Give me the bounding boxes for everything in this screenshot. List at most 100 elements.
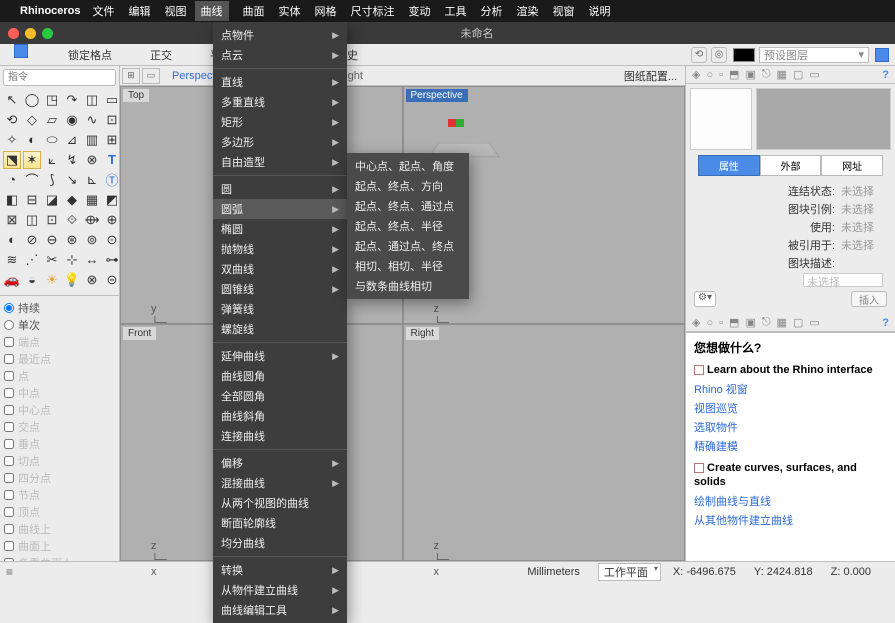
snap-onsrf[interactable]: 曲面上 — [4, 538, 115, 554]
insert-button[interactable]: 插入 — [851, 291, 887, 307]
t3e[interactable]: ▥ — [83, 131, 101, 149]
tab-link-icon[interactable]: ⎋ — [762, 68, 771, 81]
t5f[interactable]: Ⓣ — [103, 171, 121, 189]
link-rhino-window[interactable]: Rhino 视窗 — [694, 381, 887, 397]
menu-solid[interactable]: 实体 — [279, 3, 301, 19]
t8b[interactable]: ⊘ — [23, 231, 41, 249]
tool-pan[interactable]: ▭ — [103, 91, 121, 109]
b-layers-icon[interactable]: ◈ — [692, 316, 700, 329]
snap-vtx[interactable]: 顶点 — [4, 504, 115, 520]
record-icon[interactable]: ◎ — [711, 47, 727, 63]
preview-thumb[interactable] — [756, 88, 891, 150]
mi-filletall[interactable]: 全部圆角 — [213, 386, 347, 406]
snap-end[interactable]: 端点 — [4, 334, 115, 350]
mi-fillet[interactable]: 曲线圆角 — [213, 366, 347, 386]
snap-oncrv[interactable]: 曲线上 — [4, 521, 115, 537]
mi-from2views[interactable]: 从两个视图的曲线 — [213, 493, 347, 513]
t7f[interactable]: ⊕ — [103, 211, 121, 229]
t4c[interactable]: ⟀ — [43, 151, 61, 169]
b-link-icon[interactable]: ⎋ — [762, 316, 771, 329]
mi-hyperbola[interactable]: 双曲线▶ — [213, 259, 347, 279]
mi-spring[interactable]: 弹簧线 — [213, 299, 347, 319]
t3a[interactable]: ✧ — [3, 131, 21, 149]
mi-circle[interactable]: 圆▶ — [213, 179, 347, 199]
layer-color-swatch[interactable] — [733, 48, 755, 62]
layout-single-icon[interactable]: ▭ — [142, 68, 160, 84]
t9e[interactable]: ↔ — [83, 251, 101, 269]
btn-ortho[interactable]: 正交 — [140, 47, 182, 63]
snap-tan[interactable]: 切点 — [4, 453, 115, 469]
t3b[interactable]: ◐ — [23, 131, 41, 149]
menu-help[interactable]: 说明 — [589, 3, 611, 19]
smi-csa[interactable]: 中心点、起点、角度 — [347, 156, 469, 176]
seg-url[interactable]: 网址 — [821, 155, 883, 176]
close-icon[interactable] — [8, 28, 19, 39]
menu-edit[interactable]: 编辑 — [129, 3, 151, 19]
t5a[interactable]: ◔ — [3, 171, 21, 189]
snap-knot[interactable]: 节点 — [4, 487, 115, 503]
menu-render[interactable]: 渲染 — [517, 3, 539, 19]
link-curves-from[interactable]: 从其他物件建立曲线 — [694, 512, 887, 528]
link-accurate[interactable]: 精确建模 — [694, 438, 887, 454]
mi-line[interactable]: 直线▶ — [213, 72, 347, 92]
b-props-icon[interactable]: ○ — [706, 317, 713, 329]
smi-spe[interactable]: 起点、通过点、终点 — [347, 236, 469, 256]
viewport-persp-label[interactable]: Perspective — [406, 89, 468, 102]
t2b[interactable]: ◇ — [23, 111, 41, 129]
mi-offset[interactable]: 偏移▶ — [213, 453, 347, 473]
t6d[interactable]: ◆ — [63, 191, 81, 209]
t7d[interactable]: ⟐ — [63, 211, 81, 229]
viewport-front-label[interactable]: Front — [123, 327, 156, 340]
tool-cplane[interactable]: ◳ — [43, 91, 61, 109]
status-menu-icon[interactable]: ≡ — [6, 565, 13, 579]
mi-parabola[interactable]: 抛物线▶ — [213, 239, 347, 259]
tab-display-icon[interactable]: ▫ — [719, 69, 723, 81]
smi-ser[interactable]: 起点、终点、半径 — [347, 216, 469, 236]
viewport-right-label[interactable]: Right — [406, 327, 439, 340]
blkdesc-input[interactable]: 未选择 — [803, 273, 883, 287]
tool-lasso[interactable]: ◯ — [23, 91, 41, 109]
t3c[interactable]: ⬭ — [43, 131, 61, 149]
t2f[interactable]: ⊡ — [103, 111, 121, 129]
snap-mid[interactable]: 中点 — [4, 385, 115, 401]
link-navigate[interactable]: 视图巡览 — [694, 400, 887, 416]
t9c[interactable]: ✂ — [43, 251, 61, 269]
gumball-icon[interactable]: ⟲ — [691, 47, 707, 63]
t6c[interactable]: ◪ — [43, 191, 61, 209]
t10a[interactable]: 🚗 — [3, 271, 21, 289]
mi-convert[interactable]: 转换▶ — [213, 560, 347, 580]
t4e[interactable]: ⊗ — [83, 151, 101, 169]
right-pane-toggle[interactable] — [875, 48, 889, 62]
mi-conic[interactable]: 圆锥线▶ — [213, 279, 347, 299]
mi-pointcloud[interactable]: 点云▶ — [213, 45, 347, 65]
b-sun-icon[interactable]: ▭ — [809, 316, 819, 329]
t7e[interactable]: ⟴ — [83, 211, 101, 229]
t7c[interactable]: ⊡ — [43, 211, 61, 229]
mi-blend[interactable]: 混接曲线▶ — [213, 473, 347, 493]
b-help-icon[interactable]: ? — [882, 317, 889, 329]
smi-sed[interactable]: 起点、终点、方向 — [347, 176, 469, 196]
tool-pointer[interactable]: ↖ — [3, 91, 21, 109]
t10c[interactable]: ☀ — [43, 271, 61, 289]
mi-divide[interactable]: 均分曲线 — [213, 533, 347, 553]
menu-dimension[interactable]: 尺寸标注 — [351, 3, 395, 19]
link-draw-curves[interactable]: 绘制曲线与直线 — [694, 493, 887, 509]
t2d[interactable]: ◉ — [63, 111, 81, 129]
tab-sun-icon[interactable]: ▭ — [809, 68, 819, 81]
t5b[interactable]: ⌒ — [23, 171, 41, 189]
snap-cont[interactable]: 持续 — [4, 300, 115, 316]
menu-tools[interactable]: 工具 — [445, 3, 467, 19]
mi-helix[interactable]: 螺旋线 — [213, 319, 347, 339]
tab-props-icon[interactable]: ○ — [706, 69, 713, 81]
t4b[interactable]: ✶ — [23, 151, 41, 169]
status-cplane[interactable]: 工作平面 — [598, 563, 661, 581]
t2e[interactable]: ∿ — [83, 111, 101, 129]
mi-rect[interactable]: 矩形▶ — [213, 112, 347, 132]
command-input[interactable] — [3, 69, 116, 86]
t6e[interactable]: ▦ — [83, 191, 101, 209]
t8f[interactable]: ⊙ — [103, 231, 121, 249]
material-thumb[interactable] — [690, 88, 752, 150]
mi-extend[interactable]: 延伸曲线▶ — [213, 346, 347, 366]
menu-surface[interactable]: 曲面 — [243, 3, 265, 19]
t10e[interactable]: ⊗ — [83, 271, 101, 289]
